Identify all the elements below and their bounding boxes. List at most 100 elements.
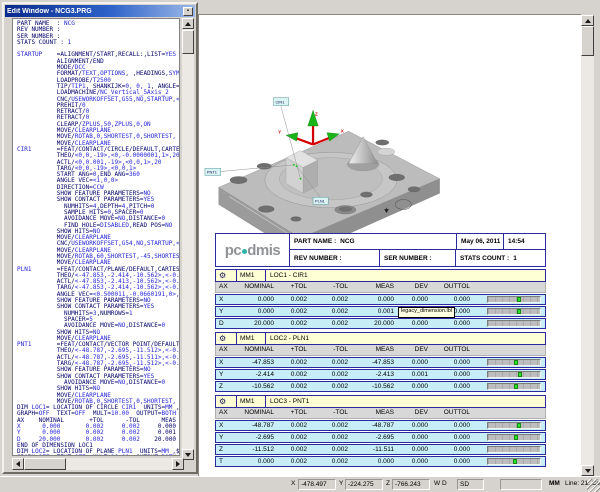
dimension-cell: 0.000 xyxy=(394,319,428,328)
report-time: 14:54 xyxy=(503,233,546,250)
dimension-cell: 0.000 xyxy=(394,457,428,466)
deviation-bar xyxy=(487,308,541,315)
dimension-header-bar[interactable]: ⚙MM1LOC2 - PLN1 xyxy=(215,332,546,345)
z-axis-label: Z xyxy=(315,111,318,116)
dimension-cell: 0.000 xyxy=(348,457,394,466)
z-coord-value: -766.243 xyxy=(392,479,430,490)
window-menu-button[interactable]: ▪ xyxy=(183,7,193,16)
dimension-cell: 0.000 xyxy=(428,319,470,328)
z-coord-label: Z xyxy=(386,480,390,487)
dimension-cell: 0.000 xyxy=(428,457,470,466)
dimension-row[interactable]: X-48.7870.0020.002-48.7870.0000.000 xyxy=(215,420,546,431)
dimension-cell: -48.787 xyxy=(348,421,394,430)
code-editor[interactable]: PART NAME : NCGREV NUMBER : SER NUMBER :… xyxy=(12,18,180,456)
dimension-cell: 0.002 xyxy=(307,307,348,316)
column-header: AX xyxy=(216,408,232,417)
deviation-bar xyxy=(487,371,541,378)
column-header: -TOL xyxy=(307,345,348,354)
dimension-cell: 0.000 xyxy=(394,358,428,367)
dimension-cell: 0.002 xyxy=(274,421,307,430)
dimension-row[interactable]: D20.0000.0020.00220.0000.0000.000 xyxy=(215,318,546,329)
part-name-field: PART NAME :NCG xyxy=(289,233,457,250)
column-header: NOMINAL xyxy=(232,408,274,417)
dimension-cell: 0.002 xyxy=(307,445,348,454)
x-axis-label: X xyxy=(341,129,345,134)
edit-vertical-scrollbar[interactable] xyxy=(182,18,194,460)
dimension-header-bar[interactable]: ⚙MM1LOC3 - PNT1 xyxy=(215,395,546,408)
scroll-left-button[interactable] xyxy=(12,458,24,470)
dimension-cell: 0.000 xyxy=(232,295,274,304)
dimension-cell: 0.002 xyxy=(307,295,348,304)
sd-indicator: SD xyxy=(457,479,484,490)
dimension-cell: 0.000 xyxy=(394,382,428,391)
scroll-up-button[interactable] xyxy=(581,15,594,26)
resize-grip[interactable] xyxy=(587,479,600,492)
dimension-cell: 0.002 xyxy=(274,358,307,367)
deviation-bar xyxy=(487,446,541,453)
dimension-cell: 0.000 xyxy=(428,382,470,391)
scroll-thumb[interactable] xyxy=(581,26,594,56)
scroll-down-button[interactable] xyxy=(581,465,594,476)
dimension-row[interactable]: X0.0000.0020.0020.0000.0000.000 xyxy=(215,294,546,305)
pcdmis-application-window: { "edit_window": { "title": "Edit Window… xyxy=(0,0,600,492)
edit-window-title: Edit Window - NCG3.PRG xyxy=(7,8,183,15)
dimension-cell: -47.853 xyxy=(348,358,394,367)
dimension-header-bar[interactable]: ⚙MM1LOC1 - CIR1 xyxy=(215,269,546,282)
scroll-right-button[interactable] xyxy=(172,458,184,470)
deviation-bar xyxy=(487,458,541,465)
scroll-thumb[interactable] xyxy=(182,30,194,54)
column-header: MEAS xyxy=(348,345,394,354)
dimension-block: ⚙MM1LOC3 - PNT1AXNOMINAL+TOL-TOLMEASDEVO… xyxy=(215,395,546,467)
arrow-down-icon xyxy=(185,453,191,457)
dimension-cell: 0.001 xyxy=(394,370,428,379)
dimension-title: LOC2 - PLN1 xyxy=(266,333,545,344)
dimension-row[interactable]: T0.0000.0020.0020.0000.0000.000 xyxy=(215,456,546,467)
dimension-row[interactable]: Z-11.5120.0020.002-11.5110.0000.000 xyxy=(215,444,546,455)
dimension-cell: 0.002 xyxy=(274,445,307,454)
code-line[interactable]: GRAPH=OFF TEXT=OFF MULT=10.00 OUTPUT=BOT… xyxy=(17,455,179,456)
edit-window-titlebar[interactable]: Edit Window - NCG3.PRG ▪ xyxy=(5,5,195,17)
dimension-cell: -48.787 xyxy=(232,421,274,430)
column-header: AX xyxy=(216,345,232,354)
dimension-cell: 0.002 xyxy=(307,319,348,328)
x-coord-value: -478.497 xyxy=(298,479,336,490)
view-vertical-scrollbar[interactable] xyxy=(581,15,594,476)
arrow-down-icon xyxy=(585,469,591,473)
dimension-units: MM1 xyxy=(237,396,266,407)
dimension-cell: 0.002 xyxy=(307,370,348,379)
dimension-cell: 0.000 xyxy=(428,295,470,304)
dimension-row[interactable]: Y-2.6950.0020.002-2.6950.0000.000 xyxy=(215,432,546,443)
dimension-gear-icon: ⚙ xyxy=(216,270,237,281)
column-header: AX xyxy=(216,282,232,291)
deviation-bar xyxy=(487,320,541,327)
scroll-up-button[interactable] xyxy=(182,18,194,29)
dimension-title: LOC1 - CIR1 xyxy=(266,270,545,281)
report-header: pcdmis PART NAME :NCG May 06, 2011 14:54… xyxy=(215,233,546,267)
stats-count-field: STATS COUNT :1 xyxy=(455,249,546,267)
dimension-cell: -11.512 xyxy=(232,445,274,454)
dimension-cell: 20.000 xyxy=(232,319,274,328)
cir1-label: CIR1 xyxy=(275,99,284,104)
x-coord-label: X xyxy=(291,480,295,487)
dimension-row[interactable]: X-47.8530.0020.002-47.8530.0000.000 xyxy=(215,357,546,368)
scroll-thumb[interactable] xyxy=(24,458,66,470)
pln1-label: PLN1 xyxy=(315,198,325,203)
empty-status-field xyxy=(500,479,542,490)
dimension-row[interactable]: Y-2.4140.0020.002-2.4130.0010.000 xyxy=(215,369,546,380)
arrow-up-icon xyxy=(185,22,191,26)
dimension-cell: -2.695 xyxy=(232,433,274,442)
dimension-cell: -47.853 xyxy=(232,358,274,367)
dimension-cell: 0.002 xyxy=(307,358,348,367)
dimension-cell: X xyxy=(216,295,232,304)
edit-horizontal-scrollbar[interactable] xyxy=(12,458,184,470)
ser-number-field: SER NUMBER : xyxy=(379,249,456,267)
dimension-cell: 0.001 xyxy=(348,307,394,316)
dimension-row[interactable]: Z-10.5620.0020.002-10.5620.0000.000 xyxy=(215,381,546,392)
column-header-row: AXNOMINAL+TOL-TOLMEASDEVOUTTOL xyxy=(215,282,546,293)
rev-number-field: REV NUMBER : xyxy=(289,249,380,267)
dimension-cell: X xyxy=(216,358,232,367)
dimension-cell: -2.695 xyxy=(348,433,394,442)
dimension-cell: -2.414 xyxy=(232,370,274,379)
dimension-gear-icon: ⚙ xyxy=(216,333,237,344)
dimension-row[interactable]: Y0.0000.0020.0020.0010.0000.000 xyxy=(215,306,546,317)
